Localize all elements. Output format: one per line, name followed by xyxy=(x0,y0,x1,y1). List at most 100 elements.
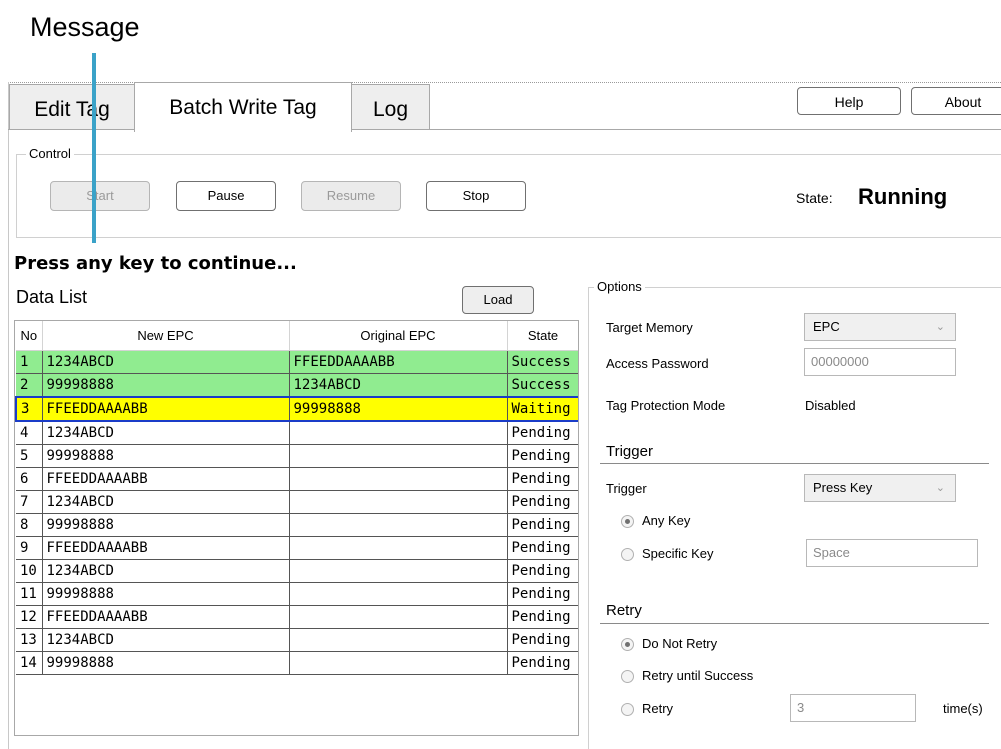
cell-no: 5 xyxy=(16,444,43,468)
annotation-label: Message xyxy=(30,12,140,42)
column-header-new-epc[interactable]: New EPC xyxy=(42,321,290,351)
cell-new-epc: 1234ABCD xyxy=(42,421,290,445)
do-not-retry-radio[interactable] xyxy=(621,638,634,651)
start-button[interactable]: Start xyxy=(50,181,150,211)
cell-original-epc xyxy=(289,467,508,491)
cell-new-epc: 1234ABCD xyxy=(42,350,290,374)
tab-edit-tag[interactable]: Edit Tag xyxy=(9,84,135,130)
data-grid[interactable]: No New EPC Original EPC State 1 1234ABCD F… xyxy=(14,320,579,736)
cell-original-epc xyxy=(289,536,508,560)
table-row[interactable]: 1 1234ABCD FFEEDDAAAABB Success xyxy=(16,350,578,374)
cell-new-epc: 99998888 xyxy=(42,444,290,468)
table-row[interactable]: 3 FFEEDDAAAABB 99998888 Waiting xyxy=(15,396,578,422)
specific-key-label: Specific Key xyxy=(642,546,714,561)
retry-radio[interactable] xyxy=(621,703,634,716)
tag-protection-label: Tag Protection Mode xyxy=(606,398,726,413)
data-table: No New EPC Original EPC State 1 1234ABCD F… xyxy=(15,321,578,675)
table-row[interactable]: 13 1234ABCD Pending xyxy=(16,628,578,652)
specific-key-input[interactable]: Space xyxy=(806,539,978,567)
cell-new-epc: 99998888 xyxy=(42,373,290,398)
chevron-down-icon: ⌄ xyxy=(935,321,945,333)
tag-protection-value: Disabled xyxy=(805,398,856,413)
table-row[interactable]: 2 99998888 1234ABCD Success xyxy=(16,373,578,398)
table-row[interactable]: 14 99998888 Pending xyxy=(16,651,578,675)
table-row[interactable]: 11 99998888 Pending xyxy=(16,582,578,606)
target-memory-label: Target Memory xyxy=(606,320,693,335)
access-password-input[interactable]: 00000000 xyxy=(804,348,956,376)
retry-until-success-label: Retry until Success xyxy=(642,668,754,683)
tab-log[interactable]: Log xyxy=(351,84,430,130)
any-key-label: Any Key xyxy=(642,513,691,528)
cell-new-epc: FFEEDDAAAABB xyxy=(42,467,290,491)
options-legend: Options xyxy=(594,279,645,294)
retry-until-success-radio[interactable] xyxy=(621,670,634,683)
cell-state: Pending xyxy=(507,513,578,537)
retry-section-title: Retry xyxy=(606,602,642,619)
cell-no: 4 xyxy=(16,421,43,445)
annotation-pointer-line xyxy=(92,53,96,243)
cell-state: Pending xyxy=(507,536,578,560)
table-row[interactable]: 7 1234ABCD Pending xyxy=(16,490,578,514)
resume-button[interactable]: Resume xyxy=(301,181,401,211)
load-button[interactable]: Load xyxy=(462,286,534,314)
control-legend: Control xyxy=(26,146,74,161)
cell-state: Pending xyxy=(507,421,578,445)
table-row[interactable]: 8 99998888 Pending xyxy=(16,513,578,537)
table-row[interactable]: 5 99998888 Pending xyxy=(16,444,578,468)
status-message: Press any key to continue... xyxy=(14,253,297,274)
trigger-section-title: Trigger xyxy=(606,443,653,460)
state-label: State: xyxy=(796,190,833,206)
cell-new-epc: FFEEDDAAAABB xyxy=(42,396,290,422)
target-memory-value: EPC xyxy=(813,319,840,334)
table-row[interactable]: 9 FFEEDDAAAABB Pending xyxy=(16,536,578,560)
specific-key-radio[interactable] xyxy=(621,548,634,561)
data-list-title: Data List xyxy=(16,287,88,307)
cell-original-epc xyxy=(289,490,508,514)
cell-original-epc xyxy=(289,444,508,468)
cell-no: 12 xyxy=(16,605,43,629)
retry-times-label: time(s) xyxy=(943,701,983,716)
table-row[interactable]: 4 1234ABCD Pending xyxy=(16,421,578,445)
trigger-label: Trigger xyxy=(606,481,647,496)
cell-no: 7 xyxy=(16,490,43,514)
column-header-no[interactable]: No xyxy=(16,321,43,351)
cell-original-epc: 1234ABCD xyxy=(289,373,508,398)
about-button[interactable]: About xyxy=(911,87,1001,115)
cell-state: Waiting xyxy=(507,396,578,422)
cell-no: 10 xyxy=(16,559,43,583)
column-header-state[interactable]: State xyxy=(507,321,578,351)
cell-new-epc: 99998888 xyxy=(42,651,290,675)
table-row[interactable]: 6 FFEEDDAAAABB Pending xyxy=(16,467,578,491)
table-header-row: No New EPC Original EPC State xyxy=(16,321,578,351)
cell-state: Pending xyxy=(507,628,578,652)
cell-no: 6 xyxy=(16,467,43,491)
cell-state: Pending xyxy=(507,582,578,606)
cell-no: 8 xyxy=(16,513,43,537)
cell-no: 11 xyxy=(16,582,43,606)
cell-original-epc xyxy=(289,628,508,652)
do-not-retry-label: Do Not Retry xyxy=(642,636,718,651)
cell-new-epc: 99998888 xyxy=(42,513,290,537)
cell-original-epc xyxy=(289,605,508,629)
help-button[interactable]: Help xyxy=(797,87,901,115)
retry-count-input[interactable]: 3 xyxy=(790,694,916,722)
table-row[interactable]: 12 FFEEDDAAAABB Pending xyxy=(16,605,578,629)
trigger-section-divider xyxy=(600,463,989,464)
retry-label: Retry xyxy=(642,701,674,716)
cell-new-epc: 1234ABCD xyxy=(42,628,290,652)
cell-original-epc xyxy=(289,513,508,537)
target-memory-select[interactable]: EPC ⌄ xyxy=(804,313,956,341)
cell-state: Pending xyxy=(507,651,578,675)
tab-batch-write-tag[interactable]: Batch Write Tag xyxy=(134,82,352,132)
column-header-original-epc[interactable]: Original EPC xyxy=(289,321,508,351)
table-row[interactable]: 10 1234ABCD Pending xyxy=(16,559,578,583)
cell-no: 13 xyxy=(16,628,43,652)
cell-original-epc xyxy=(289,582,508,606)
stop-button[interactable]: Stop xyxy=(426,181,526,211)
pause-button[interactable]: Pause xyxy=(176,181,276,211)
any-key-radio[interactable] xyxy=(621,515,634,528)
trigger-select[interactable]: Press Key ⌄ xyxy=(804,474,956,502)
cell-state: Pending xyxy=(507,444,578,468)
cell-no: 1 xyxy=(16,350,43,374)
cell-state: Success xyxy=(507,373,578,398)
